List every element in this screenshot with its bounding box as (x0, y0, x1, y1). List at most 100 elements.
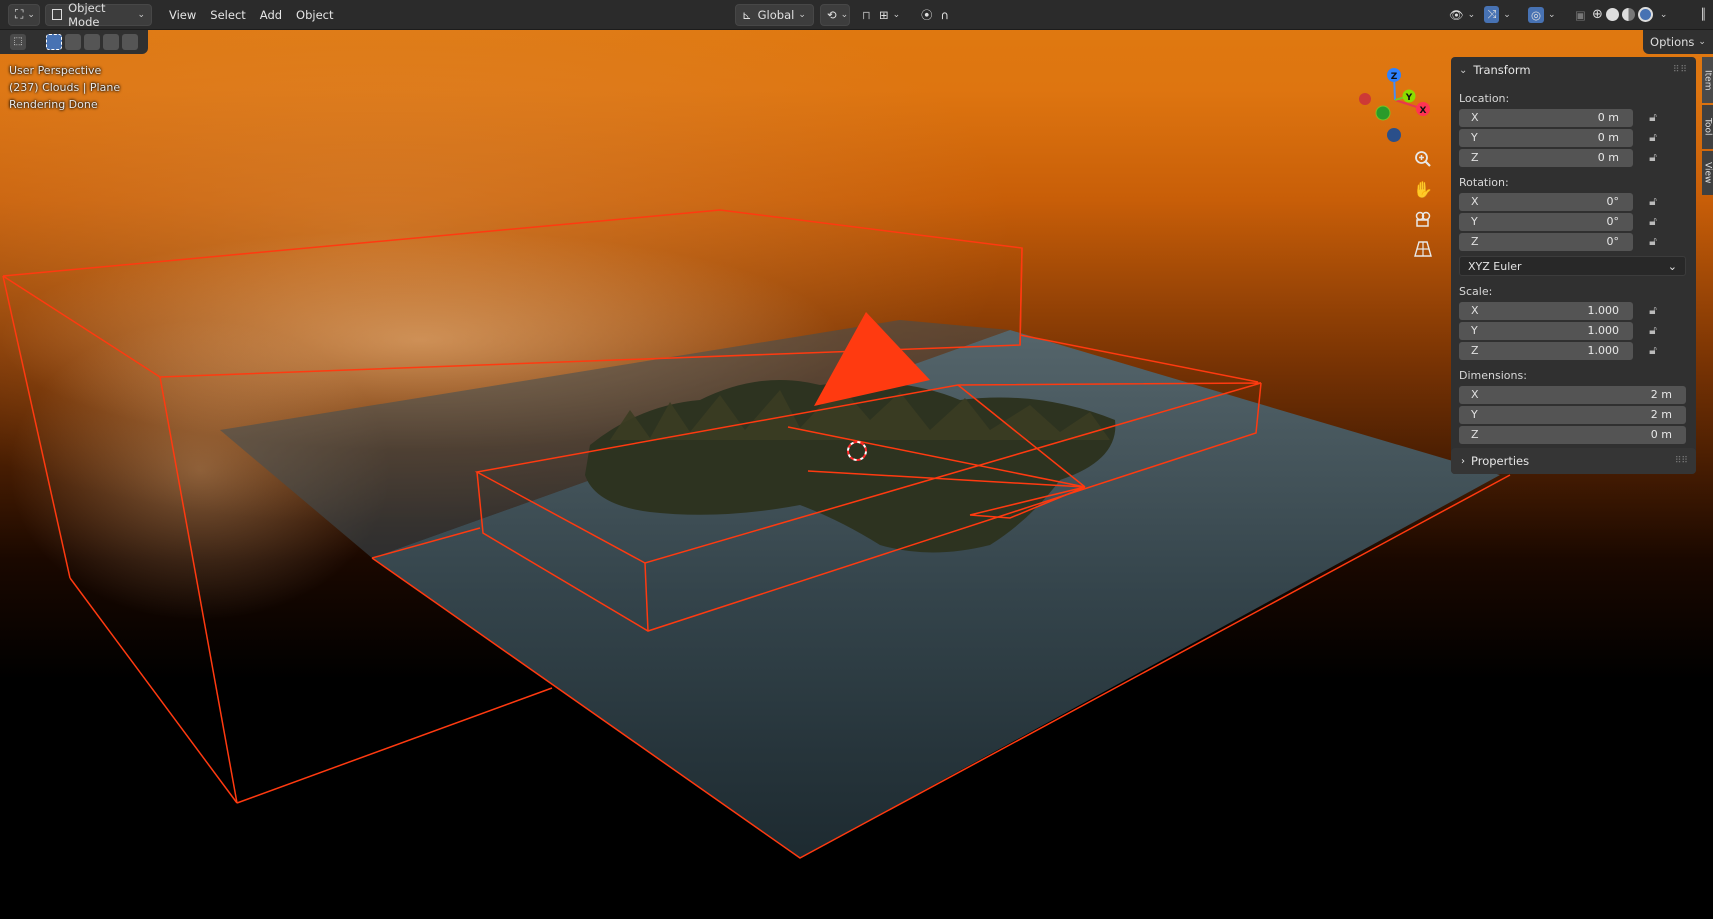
gizmo-neg-y[interactable] (1375, 105, 1391, 121)
rotation-mode-dropdown[interactable]: XYZ Euler ⌄ (1459, 256, 1686, 276)
pan-hand-icon[interactable]: ✋ (1411, 177, 1435, 201)
rotation-z-row: Z 0° 🔓︎ (1459, 232, 1688, 251)
location-y-row: Y 0 m 🔓︎ (1459, 128, 1688, 147)
menu-view[interactable]: View (162, 4, 203, 26)
scale-y-row: Y 1.000 🔓︎ (1459, 321, 1688, 340)
mode-dropdown[interactable]: Object Mode ⌄ (45, 1, 152, 29)
field-value: 0° (1606, 215, 1620, 228)
pivot-point-button[interactable]: ⟲ ⌄ (820, 3, 850, 26)
lock-icon[interactable]: 🔓︎ (1633, 110, 1673, 125)
zoom-icon[interactable] (1411, 147, 1435, 171)
solid-shading-icon[interactable] (1605, 8, 1619, 21)
chevron-down-icon[interactable]: ⌄ (1660, 10, 1668, 20)
transform-panel-header[interactable]: ⌄ Transform ⠿⠿ (1459, 57, 1688, 83)
chevron-down-icon: ⌄ (137, 9, 145, 20)
chevron-down-icon: ⌄ (1548, 9, 1556, 20)
orientation-icon: ⊾ (742, 7, 752, 22)
field-value: 0 m (1650, 428, 1672, 441)
rendered-shading-icon[interactable] (1637, 7, 1653, 22)
transform-orientation-dropdown[interactable]: ⊾ Global ⌄ (735, 3, 814, 26)
editor-type-button[interactable]: ⛶ ⌄ (8, 3, 40, 26)
transform-title: Transform (1473, 63, 1531, 77)
select-extend-icon[interactable] (65, 34, 81, 50)
chevron-right-icon: › (1461, 455, 1465, 467)
lock-icon[interactable]: 🔓︎ (1633, 323, 1673, 338)
xray-toggle-button[interactable]: ▣ (1569, 4, 1587, 26)
options-label: Options (1650, 35, 1695, 49)
location-x-field[interactable]: X 0 m (1459, 108, 1633, 127)
scale-z-field[interactable]: Z 1.000 (1459, 341, 1633, 360)
navigation-gizmo[interactable]: Z X Y (1352, 62, 1442, 147)
gizmo-toggle-button[interactable]: ⤨ ⌄ (1478, 4, 1516, 26)
rotation-z-field[interactable]: Z 0° (1459, 232, 1633, 251)
snap-button[interactable]: ⊓ ⊞ ⌄ (856, 4, 910, 26)
menu-add[interactable]: Add (253, 4, 289, 26)
rotation-label: Rotation: (1459, 176, 1509, 189)
dimensions-z-field[interactable]: Z 0 m (1459, 425, 1686, 444)
properties-panel-header[interactable]: › Properties ⠿⠿ (1451, 448, 1696, 474)
field-value: 0 m (1597, 111, 1619, 124)
sidebar-toggle-icon[interactable]: ║ (1700, 8, 1707, 21)
drag-grip-icon[interactable]: ⠿⠿ (1675, 456, 1688, 466)
location-y-field[interactable]: Y 0 m (1459, 128, 1633, 147)
tab-tool[interactable]: Tool (1702, 105, 1713, 149)
gizmo-x-label: X (1420, 106, 1427, 116)
axis-label: Y (1471, 408, 1478, 421)
gizmo-neg-z[interactable] (1387, 128, 1401, 142)
dimensions-y-field[interactable]: Y 2 m (1459, 405, 1686, 424)
field-value: 0° (1606, 195, 1620, 208)
visibility-button[interactable]: 👁 ⌄ (1443, 4, 1475, 26)
field-value: 0 m (1597, 151, 1619, 164)
perspective-grid-icon[interactable] (1411, 237, 1435, 261)
menu-object[interactable]: Object (289, 4, 340, 26)
sidebar-tabs: Item Tool View (1702, 57, 1713, 197)
rotation-y-field[interactable]: Y 0° (1459, 212, 1633, 231)
axis-label: Y (1471, 131, 1478, 144)
field-value: 2 m (1650, 408, 1672, 421)
camera-view-icon[interactable] (1411, 207, 1435, 231)
lock-icon[interactable]: 🔓︎ (1633, 303, 1673, 318)
tab-item[interactable]: Item (1702, 57, 1713, 103)
lock-icon[interactable]: 🔓︎ (1633, 194, 1673, 209)
wireframe-shading-icon[interactable]: ⊕ (1592, 7, 1603, 22)
chevron-down-icon: ⌄ (27, 9, 35, 20)
field-value: 1.000 (1587, 344, 1620, 357)
scale-y-field[interactable]: Y 1.000 (1459, 321, 1633, 340)
scale-x-field[interactable]: X 1.000 (1459, 301, 1633, 320)
proportional-editing-button[interactable]: ⦿ ∩ (915, 4, 965, 26)
lock-icon[interactable]: 🔓︎ (1633, 343, 1673, 358)
drag-grip-icon[interactable]: ⠿⠿ (1673, 65, 1688, 75)
chevron-down-icon: ⌄ (1503, 9, 1511, 20)
pivot-icon: ⟲ (827, 7, 837, 22)
select-new-icon[interactable] (46, 34, 62, 50)
field-value: 0 m (1597, 131, 1619, 144)
shading-modes: ⊕ ⌄ (1592, 7, 1667, 22)
menu-select[interactable]: Select (203, 4, 252, 26)
options-button[interactable]: Options ⌄ (1643, 30, 1713, 54)
xray-icon: ▣ (1575, 7, 1586, 22)
rotation-x-field[interactable]: X 0° (1459, 192, 1633, 211)
select-subtract-icon[interactable] (84, 34, 100, 50)
dimensions-x-field[interactable]: X 2 m (1459, 385, 1686, 404)
gizmo-z-label: Z (1391, 72, 1398, 82)
gizmo-neg-x[interactable] (1359, 93, 1371, 105)
field-value: 0° (1606, 235, 1620, 248)
select-intersect-icon[interactable] (122, 34, 138, 50)
tab-view[interactable]: View (1702, 151, 1713, 195)
lock-icon[interactable]: 🔓︎ (1633, 130, 1673, 145)
lock-icon[interactable]: 🔓︎ (1633, 214, 1673, 229)
overlays-icon: ◎ (1528, 6, 1545, 23)
dimensions-z-row: Z 0 m (1459, 425, 1688, 444)
location-z-field[interactable]: Z 0 m (1459, 148, 1633, 167)
select-tool-icon[interactable]: ⬚ (10, 34, 26, 50)
material-shading-icon[interactable] (1621, 8, 1635, 21)
lock-icon[interactable]: 🔓︎ (1633, 150, 1673, 165)
selection-modes (46, 34, 138, 50)
eye-icon: 👁 (1449, 7, 1464, 22)
location-x-row: X 0 m 🔓︎ (1459, 108, 1688, 127)
select-invert-icon[interactable] (103, 34, 119, 50)
chevron-down-icon: ⌄ (798, 9, 806, 20)
overlays-toggle-button[interactable]: ◎ ⌄ (1522, 4, 1560, 26)
proportional-edit-icon: ⦿ (921, 7, 933, 22)
lock-icon[interactable]: 🔓︎ (1633, 234, 1673, 249)
